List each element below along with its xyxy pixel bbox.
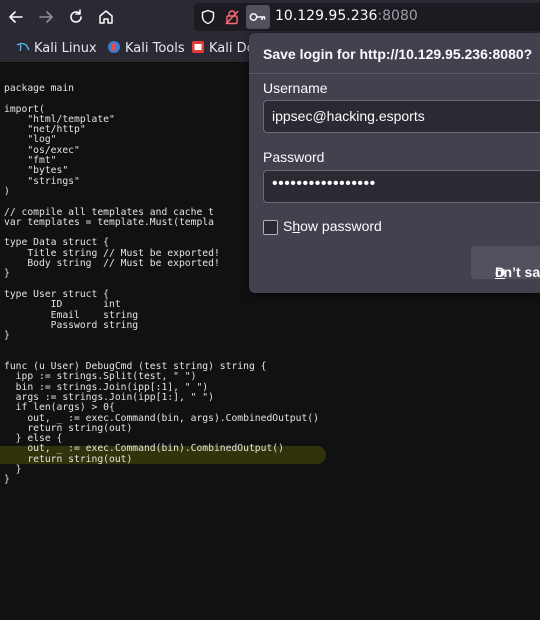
shield-icon[interactable] bbox=[200, 9, 216, 25]
key-icon[interactable] bbox=[246, 5, 270, 29]
browser-toolbar: 10.129.95.236:8080 bbox=[0, 0, 540, 34]
show-password-checkbox[interactable] bbox=[263, 220, 278, 235]
bookmark-kali-docs[interactable]: Kali Do bbox=[191, 40, 255, 56]
password-label: Password bbox=[263, 149, 325, 165]
insecure-lock-icon[interactable] bbox=[224, 9, 240, 25]
code-line: if len(args) > 0{ bbox=[4, 402, 115, 414]
label-part: on’t save bbox=[495, 264, 540, 280]
code-line: } bbox=[4, 474, 10, 486]
kali-tools-icon bbox=[107, 40, 121, 54]
home-icon[interactable] bbox=[94, 5, 118, 29]
kali-docs-icon bbox=[191, 40, 205, 54]
code-line: Password string bbox=[4, 319, 139, 331]
username-label: Username bbox=[263, 80, 328, 96]
url-text[interactable]: 10.129.95.236:8080 bbox=[275, 8, 418, 24]
username-field[interactable]: ippsec@hacking.esports bbox=[263, 100, 540, 133]
bookmark-label: Kali Linux bbox=[34, 41, 97, 56]
save-login-popup: Save login for http://10.129.95.236:8080… bbox=[249, 33, 540, 293]
url-port: :8080 bbox=[377, 8, 418, 24]
code-line: ID int bbox=[4, 299, 121, 311]
reload-icon[interactable] bbox=[64, 5, 88, 29]
password-value: ••••••••••••••••• bbox=[272, 175, 376, 192]
bookmark-label: Kali Do bbox=[209, 41, 255, 56]
kali-dragon-icon bbox=[16, 40, 30, 54]
label-part: S bbox=[283, 218, 293, 234]
password-field[interactable]: ••••••••••••••••• bbox=[263, 170, 540, 203]
bookmark-label: Kali Tools bbox=[125, 41, 185, 56]
code-line: return string(out) bbox=[4, 453, 133, 465]
bookmark-kali-tools[interactable]: Kali Tools bbox=[107, 40, 185, 56]
divider bbox=[249, 73, 540, 74]
code-line: } bbox=[4, 463, 22, 475]
label-part: ow password bbox=[300, 218, 382, 234]
code-line: } bbox=[4, 330, 10, 342]
popup-title: Save login for http://10.129.95.236:8080… bbox=[263, 46, 533, 62]
dont-save-button[interactable]: Don’t save bbox=[471, 246, 540, 280]
url-bar[interactable]: 10.129.95.236:8080 bbox=[194, 3, 540, 31]
username-value: ippsec@hacking.esports bbox=[272, 108, 425, 124]
back-icon[interactable] bbox=[4, 5, 28, 29]
show-password-label[interactable]: Show password bbox=[283, 218, 382, 234]
url-host: 10.129.95.236 bbox=[275, 8, 378, 24]
forward-icon[interactable] bbox=[34, 5, 58, 29]
access-key: h bbox=[292, 218, 301, 234]
bookmark-kali-linux[interactable]: Kali Linux bbox=[16, 40, 97, 56]
